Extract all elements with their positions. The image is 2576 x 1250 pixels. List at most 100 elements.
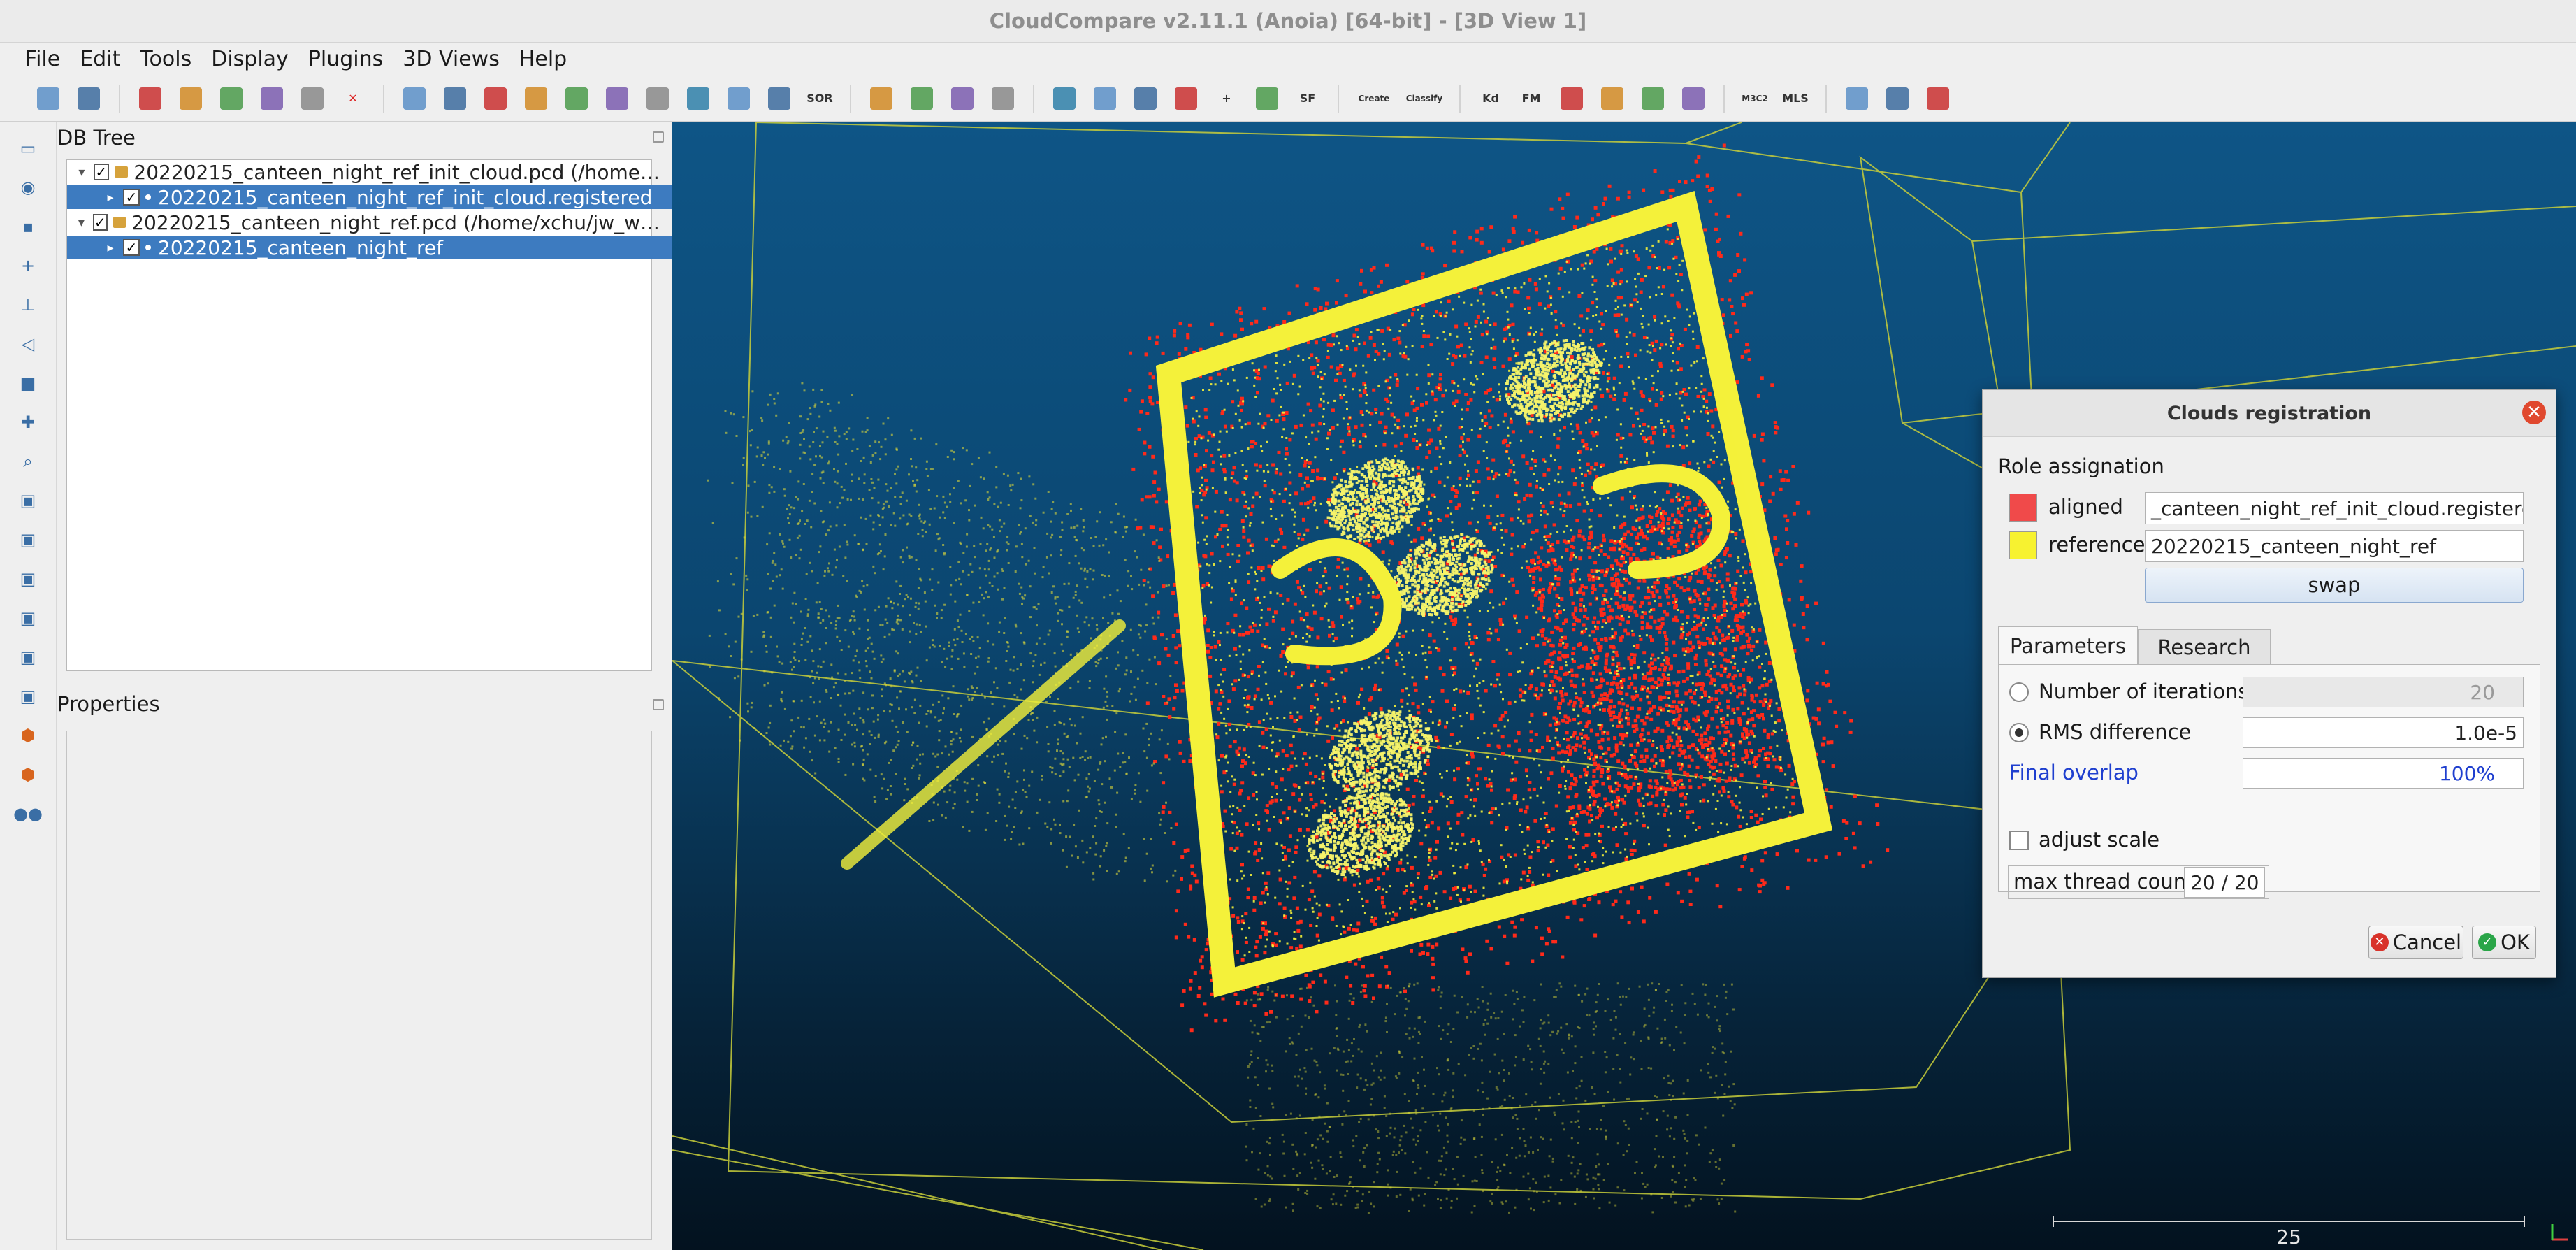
cc-icon[interactable] (687, 87, 709, 110)
tree-item-ref-cloud[interactable]: ▸ ✓ 20220215_canteen_night_ref (67, 236, 688, 259)
orientation-icon[interactable]: ◁ (15, 331, 41, 357)
reference-label: reference (2048, 533, 2146, 556)
dbtree-dock-button[interactable] (653, 131, 664, 143)
menu-edit[interactable]: Edit (80, 47, 120, 71)
cancel-button[interactable]: ✕ Cancel (2368, 926, 2463, 959)
expand-arrow-icon[interactable]: ▾ (75, 165, 88, 180)
expand-arrow-icon[interactable]: ▾ (75, 215, 87, 230)
sor-icon[interactable]: SOR (806, 87, 832, 110)
properties-dock-button[interactable] (653, 699, 664, 710)
fm-icon[interactable]: FM (1520, 87, 1542, 110)
tree-item-init-cloud-registered[interactable]: ▸ ✓ 20220215_canteen_night_ref_init_clou… (67, 185, 688, 209)
sphere-icon[interactable] (1642, 87, 1664, 110)
zoom-icon[interactable]: ⌕ (15, 448, 41, 475)
visibility-checkbox[interactable]: ✓ (123, 189, 140, 206)
pick-point-icon[interactable] (220, 87, 243, 110)
visibility-checkbox[interactable]: ✓ (93, 164, 109, 180)
grid-icon[interactable] (768, 87, 790, 110)
subsample-icon[interactable] (444, 87, 466, 110)
tree-item-init-cloud-file[interactable]: ▾ ✓ 20220215_canteen_night_ref_init_clou… (67, 160, 660, 184)
snapshot-icon[interactable] (1601, 87, 1623, 110)
menu-plugins[interactable]: Plugins (308, 47, 383, 71)
ok-button[interactable]: ✓ OK (2472, 926, 2536, 959)
fullscreen-icon[interactable]: ▪ (15, 213, 41, 240)
density-icon[interactable] (1175, 87, 1197, 110)
adjust-scale-checkbox[interactable] (2009, 831, 2029, 850)
expand-icon[interactable] (606, 87, 628, 110)
chart-icon[interactable] (1094, 87, 1116, 110)
monitor-icon[interactable]: ▭ (15, 135, 41, 161)
view-bottom-icon[interactable]: ▣ (15, 683, 41, 710)
crosshair-icon[interactable]: + (15, 252, 41, 279)
align-icon[interactable] (992, 87, 1014, 110)
scale-icon[interactable] (565, 87, 588, 110)
visibility-checkbox[interactable]: ✓ (92, 214, 108, 231)
mls-icon[interactable]: MLS (1782, 87, 1809, 110)
final-overlap-label: Final overlap (2009, 761, 2139, 784)
canupo-classify-icon[interactable]: Classify (1406, 87, 1442, 110)
iterations-spinbox[interactable]: 20 (2243, 677, 2524, 707)
pcv-icon[interactable] (1561, 87, 1583, 110)
aligned-cloud-field[interactable]: _canteen_night_ref_init_cloud.registered (2145, 492, 2524, 524)
view-back-icon[interactable]: ▣ (15, 605, 41, 631)
scale-bar: 25 (2053, 1216, 2525, 1249)
move-icon[interactable]: ✚ (15, 409, 41, 436)
kd-icon[interactable]: Kd (1479, 87, 1502, 110)
stereo-icon[interactable]: ●● (13, 800, 43, 827)
collapse-arrow-icon[interactable]: ▸ (103, 240, 117, 255)
sample-icon[interactable] (403, 87, 426, 110)
final-overlap-spinbox[interactable]: 100% (2243, 758, 2524, 789)
reference-cloud-field[interactable]: 20220215_canteen_night_ref (2145, 530, 2524, 562)
tab-parameters[interactable]: Parameters (1998, 626, 2138, 664)
pivot-icon[interactable]: ⊥ (15, 292, 41, 318)
visibility-checkbox[interactable]: ✓ (123, 239, 140, 256)
plane-icon[interactable] (951, 87, 974, 110)
settings-icon[interactable] (139, 87, 161, 110)
globe-icon[interactable] (1682, 87, 1705, 110)
collapse-arrow-icon[interactable]: ▸ (103, 190, 117, 205)
canupo-create-icon[interactable]: Create (1358, 87, 1390, 110)
crop-icon[interactable] (525, 87, 547, 110)
export-icon[interactable] (1927, 87, 1949, 110)
translate-icon[interactable] (911, 87, 933, 110)
close-icon[interactable]: ✕ (2522, 401, 2546, 424)
view-left-icon[interactable]: ▣ (15, 566, 41, 592)
cube-view-icon[interactable]: ■ (15, 370, 41, 396)
view-top-icon[interactable]: ▣ (15, 487, 41, 514)
delete-icon[interactable]: ✕ (342, 87, 364, 110)
segment-icon[interactable] (1846, 87, 1868, 110)
list-icon[interactable] (180, 87, 202, 110)
normals-icon[interactable] (870, 87, 892, 110)
point-pairs-icon[interactable] (646, 87, 669, 110)
camera-icon[interactable]: ◉ (15, 174, 41, 201)
menu-display[interactable]: Display (211, 47, 289, 71)
clone-icon[interactable] (261, 87, 283, 110)
menu-3d-views[interactable]: 3D Views (403, 47, 500, 71)
filter-icon[interactable] (1134, 87, 1157, 110)
plus-icon[interactable]: + (1215, 87, 1238, 110)
iso-view-2-icon[interactable]: ⬢ (15, 761, 41, 788)
menu-tools[interactable]: Tools (140, 47, 191, 71)
open-icon[interactable] (37, 87, 59, 110)
poisson-icon[interactable] (1886, 87, 1909, 110)
rms-difference-field[interactable]: 1.0e-5 (2243, 717, 2524, 748)
ca-icon[interactable] (728, 87, 750, 110)
tree-item-ref-file[interactable]: ▾ ✓ 20220215_canteen_night_ref.pcd (/hom… (67, 210, 660, 234)
view-right-icon[interactable]: ▣ (15, 644, 41, 670)
save-icon[interactable] (78, 87, 100, 110)
noise-icon[interactable] (484, 87, 507, 110)
iterations-radio[interactable] (2009, 682, 2029, 702)
merge-icon[interactable] (301, 87, 324, 110)
rms-difference-radio[interactable] (2009, 723, 2029, 742)
thread-count-spinbox[interactable]: 20 / 20 (2184, 867, 2265, 898)
tab-research[interactable]: Research (2138, 629, 2271, 664)
m3c2-icon[interactable]: M3C2 (1742, 87, 1767, 110)
iso-view-1-icon[interactable]: ⬢ (15, 722, 41, 749)
swap-button[interactable]: swap (2145, 568, 2524, 603)
trash-icon[interactable] (1256, 87, 1278, 110)
view-front-icon[interactable]: ▣ (15, 526, 41, 553)
menu-help[interactable]: Help (519, 47, 567, 71)
menu-file[interactable]: File (25, 47, 60, 71)
sf-icon[interactable]: SF (1296, 87, 1319, 110)
histogram-icon[interactable] (1053, 87, 1076, 110)
